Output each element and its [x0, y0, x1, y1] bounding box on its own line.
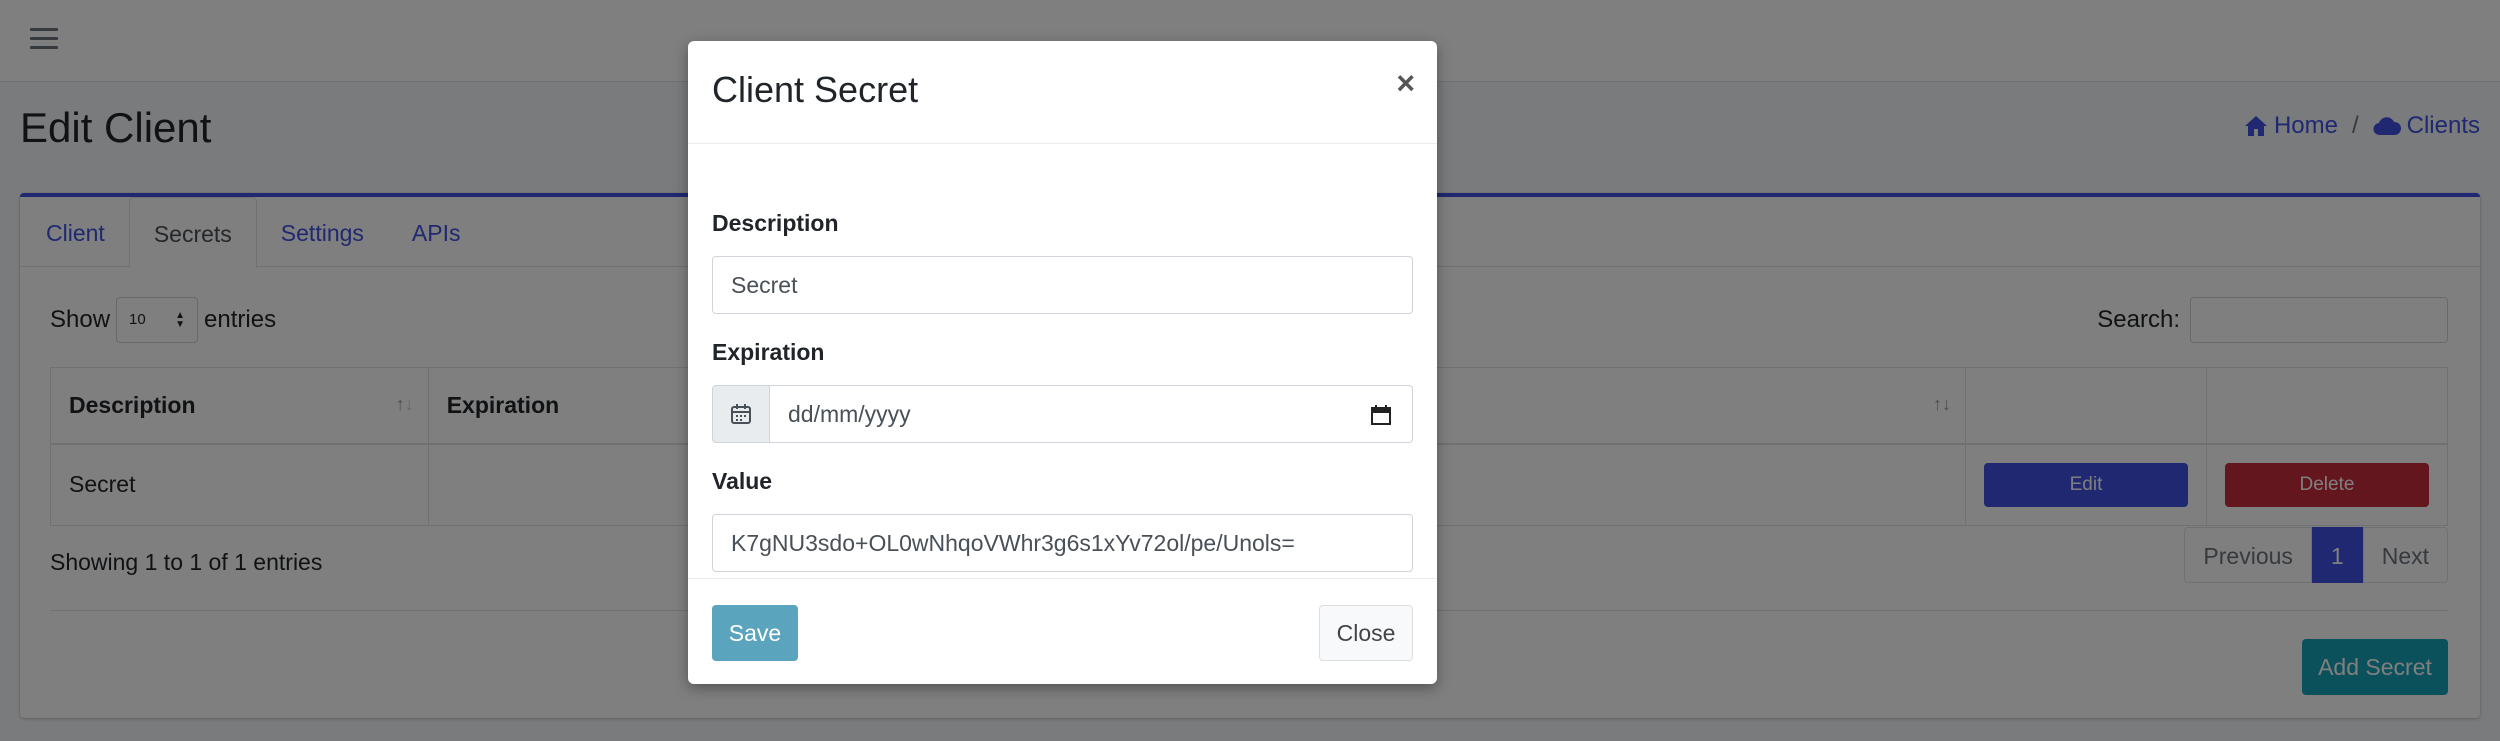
save-button[interactable]: Save	[712, 605, 798, 661]
expiration-input[interactable]: dd/mm/yyyy	[770, 385, 1413, 443]
expiration-label: Expiration	[712, 339, 825, 365]
client-secret-modal: Client Secret × Description Secret Expir…	[688, 41, 1437, 684]
calendar-icon	[712, 385, 770, 443]
description-input[interactable]: Secret	[712, 256, 1413, 314]
modal-header: Client Secret ×	[688, 41, 1437, 144]
date-picker-icon[interactable]	[1370, 404, 1392, 426]
value-label: Value	[712, 468, 773, 494]
description-label: Description	[712, 210, 839, 236]
close-button[interactable]: Close	[1319, 605, 1413, 661]
modal-title: Client Secret	[712, 69, 919, 110]
close-icon[interactable]: ×	[1396, 65, 1415, 102]
expiration-group: dd/mm/yyyy	[712, 385, 1413, 443]
expiration-placeholder: dd/mm/yyyy	[788, 401, 911, 427]
value-input[interactable]: K7gNU3sdo+OL0wNhqoVWhr3g6s1xYv72ol/pe/Un…	[712, 514, 1413, 572]
modal-footer: Save Close	[688, 578, 1437, 684]
